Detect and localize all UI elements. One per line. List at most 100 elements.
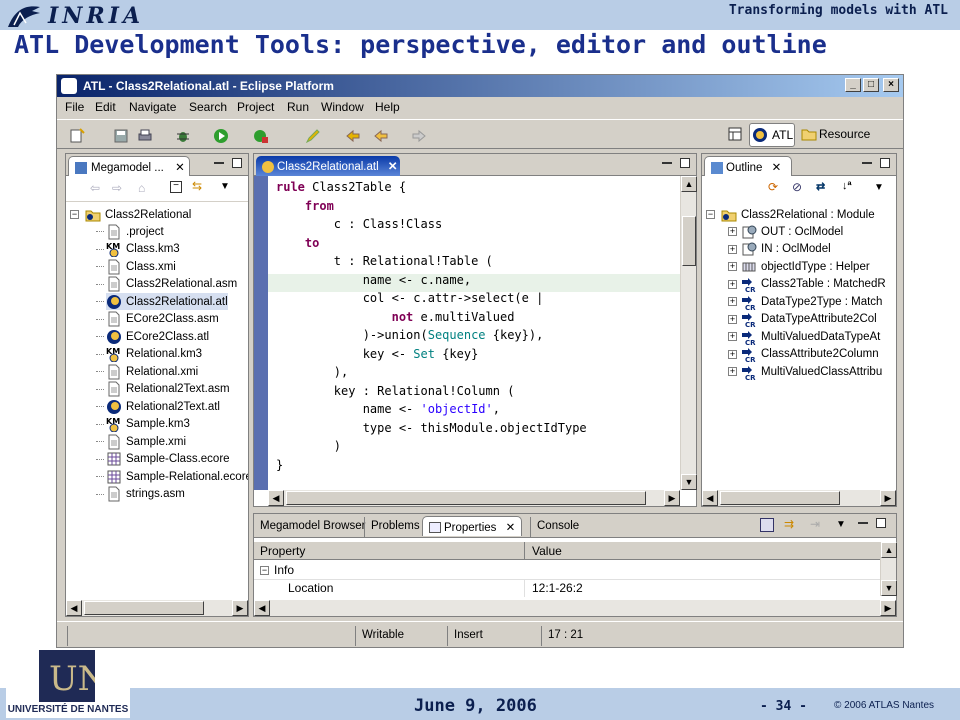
code-line[interactable]: ), [276, 363, 348, 381]
editor-vscroll[interactable]: ▲ ▼ [680, 176, 697, 490]
menu-run[interactable]: Run [287, 100, 309, 114]
tree-file-item[interactable]: strings.asm [96, 486, 185, 503]
link-editor-icon[interactable]: ⇆ [192, 179, 202, 193]
properties-vscroll[interactable]: ▲ ▼ [880, 542, 897, 596]
hide-rules-icon[interactable]: ⇄ [816, 180, 825, 193]
close-icon[interactable]: ✕ [175, 162, 185, 174]
outline-item[interactable]: + CR MultiValuedDataTypeAt [728, 328, 880, 345]
minimize-view-icon[interactable] [214, 162, 224, 164]
minimize-view-icon[interactable] [858, 522, 868, 524]
tree-file-item[interactable]: Class.xmi [96, 258, 176, 275]
menu-project[interactable]: Project [237, 100, 274, 114]
scroll-down-icon[interactable]: ▼ [681, 474, 697, 490]
back-nav-icon[interactable]: ⇦ [90, 181, 100, 195]
tab-class2relational-atl[interactable]: Class2Relational.atl ✕ [256, 156, 400, 176]
expand-toggle-icon[interactable]: + [728, 332, 737, 341]
code-line[interactable]: name <- 'objectId', [276, 400, 500, 418]
scroll-thumb[interactable] [286, 491, 646, 505]
scroll-left-icon[interactable]: ◀ [66, 600, 82, 616]
save-icon[interactable] [113, 128, 129, 144]
minimize-view-icon[interactable] [662, 162, 672, 164]
code-area[interactable]: rule Class2Table { from c : Class!Class … [268, 176, 680, 490]
tree-file-item[interactable]: ECore2Class.atl [96, 328, 209, 345]
open-perspective-icon[interactable] [727, 126, 743, 142]
forward-icon[interactable] [411, 128, 427, 144]
tree-file-item[interactable]: Relational2Text.atl [96, 398, 220, 415]
code-line[interactable]: c : Class!Class [276, 215, 442, 233]
tree-file-item[interactable]: Class2Relational.atl [96, 293, 228, 310]
tab-megamodel[interactable]: Megamodel ... ✕ [68, 156, 190, 176]
scroll-thumb[interactable] [720, 491, 840, 505]
scroll-right-icon[interactable]: ▶ [664, 490, 680, 506]
outline-item[interactable]: + objectIdType : Helper [728, 258, 870, 275]
maximize-view-icon[interactable] [876, 518, 886, 528]
scroll-left-icon[interactable]: ◀ [268, 490, 284, 506]
close-icon[interactable]: ✕ [506, 522, 516, 534]
pen-icon[interactable] [305, 128, 321, 144]
expand-toggle-icon[interactable]: + [728, 227, 737, 236]
code-line[interactable]: key : Relational!Column ( [276, 382, 515, 400]
window-titlebar[interactable]: ATL - Class2Relational.atl - Eclipse Pla… [57, 75, 903, 97]
scroll-thumb[interactable] [84, 601, 204, 615]
column-property[interactable]: Property [260, 544, 305, 558]
categories-icon[interactable] [760, 518, 774, 532]
filter-icon[interactable]: ⊘ [792, 180, 802, 194]
outline-item[interactable]: + OUT : OclModel [728, 223, 843, 240]
tab-console[interactable]: Console [530, 517, 585, 537]
collapse-toggle-icon[interactable]: − [706, 210, 715, 219]
run-icon[interactable] [213, 128, 229, 144]
tree-file-item[interactable]: Relational.xmi [96, 363, 198, 380]
tab-outline[interactable]: Outline ✕ [704, 156, 792, 176]
tree-root-project[interactable]: − Class2Relational [70, 206, 191, 223]
code-line[interactable]: )->union(Sequence {key}), [276, 326, 544, 344]
tree-file-item[interactable]: KM Relational.km3 [96, 346, 202, 363]
debug-icon[interactable] [175, 128, 191, 144]
external-tools-icon[interactable] [253, 128, 269, 144]
maximize-view-icon[interactable] [232, 158, 242, 168]
menu-edit[interactable]: Edit [95, 100, 116, 114]
property-row-info[interactable]: − Info [254, 562, 880, 579]
code-line[interactable]: rule Class2Table { [276, 178, 406, 196]
code-line[interactable]: col <- c.attr->select(e | [276, 289, 544, 307]
outline-hscroll[interactable]: ◀ ▶ [702, 490, 896, 506]
back-icon[interactable] [373, 128, 389, 144]
menu-help[interactable]: Help [375, 100, 400, 114]
tree-file-item[interactable]: .project [96, 223, 164, 240]
scroll-right-icon[interactable]: ▶ [232, 600, 248, 616]
collapse-toggle-icon[interactable]: − [70, 210, 79, 219]
forward-nav-icon[interactable]: ⇨ [112, 181, 122, 195]
code-line[interactable]: ) [276, 437, 341, 455]
view-menu-icon[interactable]: ▼ [220, 181, 230, 192]
scroll-left-icon[interactable]: ◀ [254, 600, 270, 616]
expand-toggle-icon[interactable]: + [728, 244, 737, 254]
outline-item[interactable]: + CR Class2Table : MatchedR [728, 276, 886, 293]
code-line[interactable]: not e.multiValued [276, 308, 515, 326]
code-line[interactable]: key <- Set {key} [276, 345, 479, 363]
code-line[interactable]: to [276, 234, 319, 252]
outline-item[interactable]: + CR DataType2Type : Match [728, 293, 882, 310]
properties-hscroll[interactable]: ◀ ▶ [254, 600, 896, 616]
scroll-left-icon[interactable]: ◀ [702, 490, 718, 506]
atl-perspective-button[interactable]: ATL [749, 123, 795, 147]
collapse-all-icon[interactable]: − [170, 181, 182, 193]
resource-perspective-label[interactable]: Resource [819, 127, 870, 141]
tree-file-item[interactable]: KM Class.km3 [96, 241, 180, 258]
menu-file[interactable]: File [65, 100, 84, 114]
minimize-window-button[interactable]: _ [845, 78, 861, 92]
code-line[interactable]: t : Relational!Table ( [276, 252, 493, 270]
code-line[interactable]: from [276, 197, 334, 215]
close-icon[interactable]: ✕ [772, 162, 782, 174]
outline-item[interactable]: + IN : OclModel [728, 241, 831, 258]
outline-item[interactable]: + CR MultiValuedClassAttribu [728, 363, 882, 380]
tree-file-item[interactable]: KM Sample.km3 [96, 416, 190, 433]
editor-hscroll[interactable]: ◀ ▶ [268, 490, 680, 506]
filter-advanced-icon[interactable]: ⇉ [784, 517, 794, 531]
scroll-up-icon[interactable]: ▲ [681, 176, 697, 192]
expand-toggle-icon[interactable]: + [728, 279, 737, 289]
minimize-view-icon[interactable] [862, 162, 872, 164]
scroll-down-icon[interactable]: ▼ [881, 580, 897, 596]
collapse-toggle-icon[interactable]: − [260, 566, 269, 575]
tab-problems[interactable]: Problems [364, 517, 426, 537]
column-value[interactable]: Value [532, 544, 562, 558]
home-icon[interactable]: ⌂ [138, 181, 145, 195]
